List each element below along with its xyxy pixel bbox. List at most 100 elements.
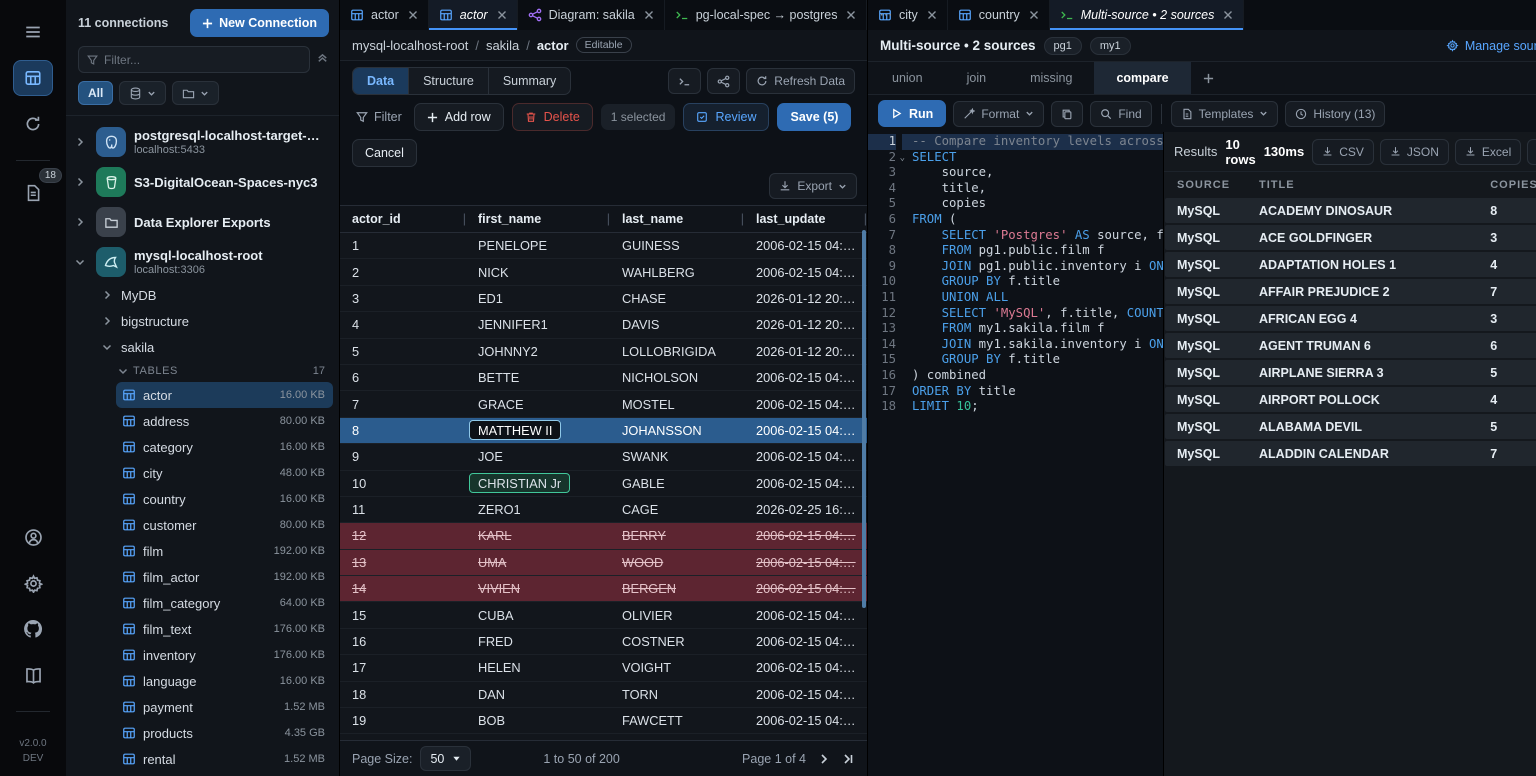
results-column-source[interactable]: SOURCE	[1165, 179, 1257, 191]
table-row[interactable]: 13UMAWOOD2006-02-15 04:…	[340, 550, 867, 576]
results-row[interactable]: MySQLADAPTATION HOLES 14	[1165, 252, 1536, 277]
table-row[interactable]: 8MATTHEW IIJOHANSSON2006-02-15 04:…	[340, 418, 867, 444]
chevron-right-icon[interactable]	[72, 217, 88, 227]
delete-button[interactable]: Delete	[512, 103, 593, 131]
source-badge-my1[interactable]: my1	[1090, 37, 1131, 55]
cell-first-name[interactable]: CHRISTIAN Jr	[466, 473, 610, 493]
table-row[interactable]: 14VIVIENBERGEN2006-02-15 04:…	[340, 576, 867, 602]
connection-item-postgresql-localhost-target-[interactable]: postgresql-localhost-target-…localhost:5…	[66, 122, 339, 162]
connection-item-s3-digitalocean-spaces-nyc3[interactable]: S3-DigitalOcean-Spaces-nyc3	[66, 162, 339, 202]
cell-first-name[interactable]: FRED	[466, 634, 610, 649]
chevron-right-icon[interactable]	[102, 316, 114, 326]
fold-icon[interactable]: ⌄	[900, 151, 905, 167]
table-row[interactable]: 5JOHNNY2LOLLOBRIGIDA2026-01-12 20:…	[340, 339, 867, 365]
filter-button[interactable]: Filter	[352, 106, 406, 128]
chevron-down-icon[interactable]	[72, 257, 88, 267]
cell-first-name[interactable]: DAN	[466, 687, 610, 702]
tab-multi-source-2-sources[interactable]: Multi-source • 2 sources	[1050, 0, 1245, 30]
filter-chip-database[interactable]	[119, 81, 166, 105]
sidebar-table-film_category[interactable]: film_category64.00 KB	[66, 590, 339, 616]
table-row[interactable]: 18DANTORN2006-02-15 04:…	[340, 682, 867, 708]
close-icon[interactable]	[846, 10, 856, 20]
close-icon[interactable]	[1531, 62, 1536, 94]
table-row[interactable]: 12KARLBERRY2006-02-15 04:…	[340, 523, 867, 549]
close-icon[interactable]	[408, 10, 418, 20]
results-row[interactable]: MySQLACADEMY DINOSAUR8	[1165, 198, 1536, 223]
results-row[interactable]: MySQLALABAMA DEVIL5	[1165, 414, 1536, 439]
sidebar-table-film_text[interactable]: film_text176.00 KB	[66, 616, 339, 642]
view-tab-structure[interactable]: Structure	[409, 68, 489, 94]
table-row[interactable]: 1PENELOPEGUINESS2006-02-15 04:…	[340, 233, 867, 259]
tab-country[interactable]: country	[948, 0, 1050, 30]
history-button[interactable]: History (13)	[1285, 101, 1385, 127]
more-tabs-icon[interactable]: ⋯	[1532, 0, 1536, 30]
share-button[interactable]	[707, 68, 740, 94]
chevron-right-icon[interactable]	[102, 290, 114, 300]
results-row[interactable]: MySQLALADDIN CALENDAR7	[1165, 441, 1536, 466]
column-header-first_name[interactable]: first_name	[466, 212, 610, 226]
cell-first-name[interactable]: CUBA	[466, 608, 610, 623]
sql-editor[interactable]: 12⌄3456789101112131415161718 -- Compare …	[868, 132, 1163, 776]
database-item-bigstructure[interactable]: bigstructure	[66, 308, 339, 334]
add-row-button[interactable]: Add row	[414, 103, 504, 131]
review-button[interactable]: Review	[683, 103, 769, 131]
cell-first-name[interactable]: PENELOPE	[466, 238, 610, 253]
results-row[interactable]: MySQLAGENT TRUMAN 66	[1165, 333, 1536, 358]
cell-first-name[interactable]: JOHNNY2	[466, 344, 610, 359]
cell-first-name[interactable]: KARL	[466, 528, 610, 543]
table-row[interactable]: 17HELENVOIGHT2006-02-15 04:…	[340, 655, 867, 681]
chevron-right-icon[interactable]	[72, 137, 88, 147]
cell-first-name[interactable]: GRACE	[466, 397, 610, 412]
breadcrumb-connection[interactable]: mysql-localhost-root	[352, 38, 468, 53]
table-row[interactable]: 19BOBFAWCETT2006-02-15 04:…	[340, 708, 867, 734]
results-column-title[interactable]: TITLE	[1257, 179, 1490, 191]
results-more-button[interactable]: ⋯	[1527, 139, 1536, 165]
refresh-icon[interactable]	[13, 106, 53, 142]
view-tab-data[interactable]: Data	[353, 68, 409, 94]
cell-first-name[interactable]: ED1	[466, 291, 610, 306]
menu-icon[interactable]	[13, 14, 53, 50]
breadcrumb-database[interactable]: sakila	[486, 38, 519, 53]
last-page-button[interactable]	[842, 753, 855, 765]
export-csv-button[interactable]: CSV	[1312, 139, 1374, 165]
query-tab-compare[interactable]: compare	[1094, 62, 1190, 94]
table-row[interactable]: 15CUBAOLIVIER2006-02-15 04:…	[340, 602, 867, 628]
results-column-copies[interactable]: COPIES	[1490, 179, 1536, 191]
column-header-actor_id[interactable]: actor_id	[340, 212, 466, 226]
table-row[interactable]: 20LUCILLETRACY2006-02-15 04:…	[340, 734, 867, 740]
format-button[interactable]: Format	[953, 101, 1044, 127]
query-tab-join[interactable]: join	[945, 62, 1008, 94]
sidebar-table-language[interactable]: language16.00 KB	[66, 668, 339, 694]
close-icon[interactable]	[644, 10, 654, 20]
cell-first-name[interactable]: HELEN	[466, 660, 610, 675]
cell-first-name[interactable]: NICK	[466, 265, 610, 280]
sidebar-table-actor[interactable]: actor16.00 KB	[116, 382, 333, 408]
edited-cell[interactable]: MATTHEW II	[469, 420, 561, 440]
book-icon[interactable]	[13, 657, 53, 693]
sidebar-table-products[interactable]: products4.35 GB	[66, 720, 339, 746]
sidebar-table-customer[interactable]: customer80.00 KB	[66, 512, 339, 538]
sidebar-table-country[interactable]: country16.00 KB	[66, 486, 339, 512]
table-row[interactable]: 7GRACEMOSTEL2006-02-15 04:…	[340, 391, 867, 417]
user-icon[interactable]	[13, 519, 53, 555]
add-query-tab-icon[interactable]	[1191, 62, 1226, 94]
table-row[interactable]: 16FREDCOSTNER2006-02-15 04:…	[340, 629, 867, 655]
column-header-last_name[interactable]: last_name	[610, 212, 744, 226]
connection-filter-input[interactable]	[104, 53, 301, 67]
tab-actor[interactable]: actor	[429, 0, 518, 30]
grid-scrollbar[interactable]	[862, 230, 866, 608]
edited-cell[interactable]: CHRISTIAN Jr	[469, 473, 570, 493]
query-tab-missing[interactable]: missing	[1008, 62, 1094, 94]
sidebar-table-film_actor[interactable]: film_actor192.00 KB	[66, 564, 339, 590]
run-button[interactable]: Run	[878, 100, 946, 127]
more-tabs-icon[interactable]: ⋯	[867, 0, 904, 30]
copy-button[interactable]	[1051, 101, 1083, 127]
cancel-button[interactable]: Cancel	[352, 139, 417, 167]
chevron-right-icon[interactable]	[72, 177, 88, 187]
collapse-all-icon[interactable]	[316, 53, 329, 66]
close-icon[interactable]	[497, 10, 507, 20]
github-icon[interactable]	[13, 611, 53, 647]
table-grid-icon[interactable]	[13, 60, 53, 96]
column-header-last_update[interactable]: last_update	[744, 212, 867, 226]
database-item-mydb[interactable]: MyDB	[66, 282, 339, 308]
